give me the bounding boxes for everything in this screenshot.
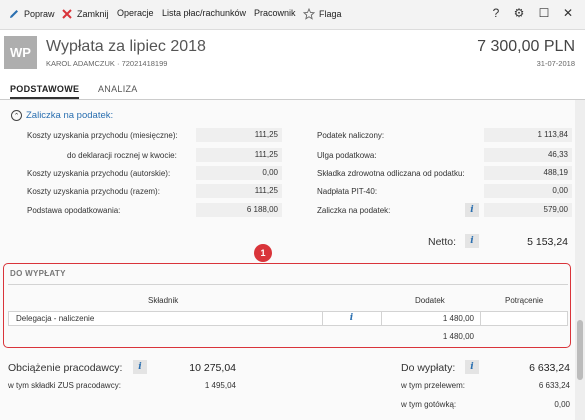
podatek-naliczony-label: Podatek naliczony: (317, 131, 385, 140)
obciazenie-label: Obciążenie pracodawcy: (8, 362, 123, 374)
kup-razem-value: 111,25 (196, 184, 282, 198)
column-header-potracenie[interactable]: Potrącenie (505, 296, 543, 305)
employee-subtitle: KAROL ADAMCZUK · 72021418199 (46, 59, 168, 68)
skladka-zdrowotna-label: Składka zdrowotna odliczana od podatku: (317, 169, 465, 178)
zaliczka-podatek-value: 579,00 (484, 203, 572, 217)
operacje-menu[interactable]: Operacje (117, 8, 154, 18)
row-dodatek: 1 480,00 (442, 314, 474, 323)
do-wyplaty-info-icon[interactable]: i (465, 360, 479, 374)
maximize-icon[interactable]: ☐ (536, 6, 552, 20)
nadplata-value: 0,00 (484, 184, 572, 198)
podatek-naliczony-value: 1 113,84 (484, 128, 572, 142)
zus-value: 1 495,04 (204, 381, 236, 390)
gross-amount: 7 300,00 PLN (477, 38, 575, 55)
zus-label: w tym składki ZUS pracodawcy: (8, 381, 121, 390)
settings-gear-icon[interactable]: ⚙ (511, 6, 527, 20)
netto-value: 5 153,24 (527, 236, 568, 248)
pencil-icon (10, 10, 18, 18)
deklaracja-roczna-value: 111,25 (196, 148, 282, 162)
flaga-label: Flaga (319, 9, 342, 19)
gotowka-value: 0,00 (554, 400, 570, 409)
flaga-button[interactable]: Flaga (303, 8, 342, 20)
kup-autorskie-value: 0,00 (196, 166, 282, 180)
column-header-skladnik[interactable]: Składnik (148, 296, 178, 305)
pracownik-label: Pracownik (254, 8, 296, 18)
document-type-badge: WP (4, 36, 37, 69)
lista-plac-label: Lista płac/rachunków (162, 8, 247, 18)
przelewem-label: w tym przelewem: (401, 381, 466, 390)
przelewem-value: 6 633,24 (538, 381, 570, 390)
do-wyplaty-title: DO WYPŁATY (10, 269, 66, 278)
do-wyplaty-panel (3, 263, 571, 348)
popraw-label: Popraw (24, 9, 55, 19)
chevron-up-icon: ⌃ (11, 110, 22, 121)
do-wyplaty-label: Do wypłaty: (401, 362, 456, 374)
netto-label: Netto: (428, 236, 457, 248)
zamknij-label: Zamknij (77, 9, 109, 19)
podstawa-label: Podstawa opodatkowania: (27, 206, 121, 215)
deklaracja-roczna-label: do deklaracji rocznej w kwocie: (67, 151, 177, 160)
kup-miesieczne-label: Koszty uzyskania przychodu (miesięczne): (27, 131, 178, 140)
total-dodatek: 1 480,00 (442, 332, 474, 341)
popraw-button[interactable]: Popraw (8, 8, 55, 20)
kup-miesieczne-value: 111,25 (196, 128, 282, 142)
tab-podstawowe[interactable]: PODSTAWOWE (10, 84, 80, 99)
help-button[interactable]: ? (488, 6, 504, 20)
zaliczka-podatek-label: Zaliczka na podatek: (317, 206, 391, 215)
pracownik-menu[interactable]: Pracownik (254, 8, 296, 18)
gotowka-label: w tym gotówką: (401, 400, 457, 409)
operacje-label: Operacje (117, 8, 154, 18)
skladka-zdrowotna-value: 488,19 (484, 166, 572, 180)
close-window-icon[interactable]: ✕ (560, 6, 576, 20)
row-divider (480, 312, 481, 325)
close-x-icon (62, 9, 72, 19)
row-info-icon[interactable]: i (345, 312, 358, 324)
kup-autorskie-label: Koszty uzyskania przychodu (autorskie): (27, 169, 171, 178)
podstawa-value: 6 188,00 (196, 203, 282, 217)
document-date: 31-07-2018 (536, 59, 575, 68)
lista-plac-menu[interactable]: Lista płac/rachunków (162, 8, 246, 18)
obciazenie-value: 10 275,04 (189, 362, 236, 374)
star-icon (303, 8, 315, 20)
tab-analiza[interactable]: ANALIZA (98, 84, 138, 94)
kup-razem-label: Koszty uzyskania przychodu (razem): (27, 187, 160, 196)
zamknij-button[interactable]: Zamknij (61, 8, 109, 20)
do-wyplaty-value: 6 633,24 (529, 362, 570, 374)
column-header-dodatek[interactable]: Dodatek (415, 296, 445, 305)
tab-bar (0, 80, 585, 100)
page-title: Wypłata za lipiec 2018 (46, 38, 206, 55)
netto-info-icon[interactable]: i (465, 234, 479, 248)
ulga-label: Ulga podatkowa: (317, 151, 377, 160)
zaliczka-info-icon[interactable]: i (465, 203, 479, 217)
obciazenie-info-icon[interactable]: i (133, 360, 147, 374)
ulga-value: 46,33 (484, 148, 572, 162)
row-skladnik: Delegacja - naliczenie (16, 314, 95, 323)
zaliczka-section-toggle[interactable]: ⌃ Zaliczka na podatek: (11, 110, 113, 121)
nadplata-label: Nadpłata PIT-40: (317, 187, 378, 196)
section-divider (8, 284, 568, 285)
callout-badge: 1 (254, 244, 272, 262)
scrollbar-thumb[interactable] (577, 320, 583, 380)
zaliczka-section-title: Zaliczka na podatek: (26, 110, 114, 121)
